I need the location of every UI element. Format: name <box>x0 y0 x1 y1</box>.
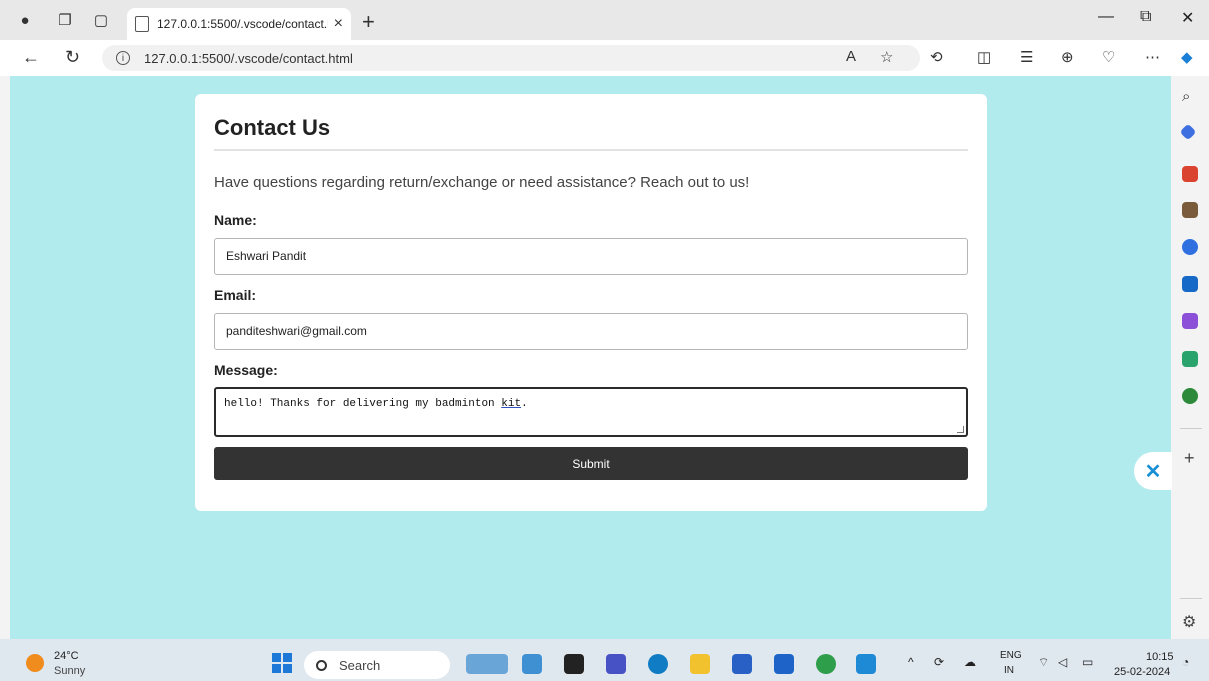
restore-button[interactable]: ⧉ <box>1140 8 1151 26</box>
teams-icon[interactable] <box>606 654 626 674</box>
edge-browser-icon[interactable] <box>648 654 668 674</box>
message-label: Message: <box>214 362 278 378</box>
intro-text: Have questions regarding return/exchange… <box>214 174 750 191</box>
show-hidden-icons-icon[interactable]: ^ <box>908 655 914 669</box>
message-text: hello! Thanks for delivering my badminto… <box>224 398 502 410</box>
page-viewport: Contact Us Have questions regarding retu… <box>10 76 1171 639</box>
search-magnifier-icon <box>316 659 327 671</box>
widgets-icon[interactable] <box>466 654 508 674</box>
address-bar[interactable]: i 127.0.0.1:5500/.vscode/contact.html <box>102 45 920 71</box>
language-indicator[interactable]: ENG <box>1000 650 1022 661</box>
tray-app-icon[interactable]: ⟳ <box>934 655 944 669</box>
wifi-icon[interactable]: ⌔ <box>1038 655 1049 670</box>
message-misspelled-word: kit <box>501 398 522 410</box>
page-title: Contact Us <box>214 115 331 140</box>
favorite-star-icon[interactable]: ☆ <box>880 48 893 66</box>
contact-card: Contact Us Have questions regarding retu… <box>195 94 987 511</box>
email-label: Email: <box>214 287 257 303</box>
site-info-icon[interactable]: i <box>116 51 130 65</box>
search-label: Search <box>339 657 381 673</box>
mail-icon[interactable] <box>774 654 794 674</box>
weather-condition[interactable]: Sunny <box>54 665 85 677</box>
refresh-icon[interactable]: ↻ <box>65 47 80 68</box>
url-text: 127.0.0.1:5500/.vscode/contact.html <box>144 50 353 66</box>
browser-toolbar: ← ↻ i 127.0.0.1:5500/.vscode/contact.htm… <box>0 40 1209 76</box>
telegram-icon[interactable] <box>1182 351 1198 367</box>
weather-sun-icon[interactable] <box>26 654 44 672</box>
windows-taskbar <box>0 639 1209 681</box>
tab-close-icon[interactable]: × <box>334 15 343 33</box>
message-textarea[interactable]: hello! Thanks for delivering my badminto… <box>214 387 968 437</box>
windows-start-icon[interactable] <box>272 653 292 673</box>
message-text-end: . <box>521 398 528 410</box>
photos-app-icon[interactable] <box>522 654 542 674</box>
store-icon[interactable] <box>732 654 752 674</box>
tab-actions-icon[interactable]: ▢ <box>88 7 114 33</box>
name-label: Name: <box>214 212 257 228</box>
clock-date[interactable]: 25-02-2024 <box>1114 666 1170 678</box>
tools-icon[interactable] <box>1182 166 1198 182</box>
tree-icon[interactable] <box>1182 388 1198 404</box>
submit-button[interactable]: Submit <box>214 447 968 480</box>
new-tab-button[interactable]: + <box>362 9 375 35</box>
battery-icon[interactable]: ▭ <box>1082 655 1093 669</box>
close-window-button[interactable]: ✕ <box>1181 8 1194 28</box>
volume-icon[interactable]: ◁ <box>1058 655 1067 669</box>
back-arrow-icon[interactable]: ← <box>22 47 40 68</box>
settings-gear-icon[interactable]: ⚙ <box>1182 612 1196 632</box>
taskbar-search[interactable]: Search <box>304 651 450 679</box>
tab-title: 127.0.0.1:5500/.vscode/contact.h <box>157 17 328 31</box>
profile-icon[interactable]: ● <box>12 7 38 33</box>
name-field[interactable]: Eshwari Pandit <box>214 238 968 275</box>
email-field[interactable]: panditeshwari@gmail.com <box>214 313 968 350</box>
extensions-icon[interactable]: ⟲ <box>930 48 943 66</box>
language-region[interactable]: IN <box>1004 665 1014 676</box>
minimize-button[interactable]: — <box>1098 8 1114 26</box>
shopping-tag-icon[interactable] <box>1179 123 1197 141</box>
task-view-icon[interactable] <box>564 654 584 674</box>
cloud-icon[interactable]: ☁ <box>964 655 976 669</box>
split-screen-icon[interactable]: ◫ <box>977 48 991 66</box>
more-menu-icon[interactable]: ⋯ <box>1145 48 1160 66</box>
weather-temperature[interactable]: 24°C <box>54 650 79 662</box>
microsoft365-icon[interactable] <box>1182 239 1198 255</box>
collections-icon[interactable]: ⊕ <box>1061 48 1074 66</box>
sidebar-divider <box>1180 428 1202 429</box>
clock-time[interactable]: 10:15 <box>1146 651 1174 663</box>
resize-handle-icon[interactable] <box>957 426 964 433</box>
notification-bell-icon[interactable]: ◔ <box>1182 655 1189 669</box>
copilot-icon[interactable]: ◆ <box>1181 48 1193 66</box>
games-icon[interactable] <box>1182 202 1198 218</box>
read-aloud-icon[interactable]: A <box>846 48 856 65</box>
title-divider <box>214 149 968 151</box>
sidebar-divider <box>1180 598 1202 599</box>
active-tab[interactable]: 127.0.0.1:5500/.vscode/contact.h × <box>127 8 351 40</box>
outlook-icon[interactable] <box>1182 276 1198 292</box>
chrome-icon[interactable] <box>816 654 836 674</box>
designer-icon[interactable] <box>1182 313 1198 329</box>
copilot-float-icon[interactable]: ✕ <box>1134 452 1172 490</box>
edge-sidebar: ⌕ + ⚙ <box>1172 76 1209 639</box>
workspaces-icon[interactable]: ❐ <box>52 7 78 33</box>
favorites-icon[interactable]: ☰ <box>1020 48 1033 66</box>
vscode-icon[interactable] <box>856 654 876 674</box>
document-icon <box>135 16 149 32</box>
search-icon[interactable]: ⌕ <box>1182 88 1198 105</box>
add-sidebar-app-icon[interactable]: + <box>1184 448 1195 469</box>
file-explorer-icon[interactable] <box>690 654 710 674</box>
browser-essentials-icon[interactable]: ♡ <box>1102 48 1115 66</box>
